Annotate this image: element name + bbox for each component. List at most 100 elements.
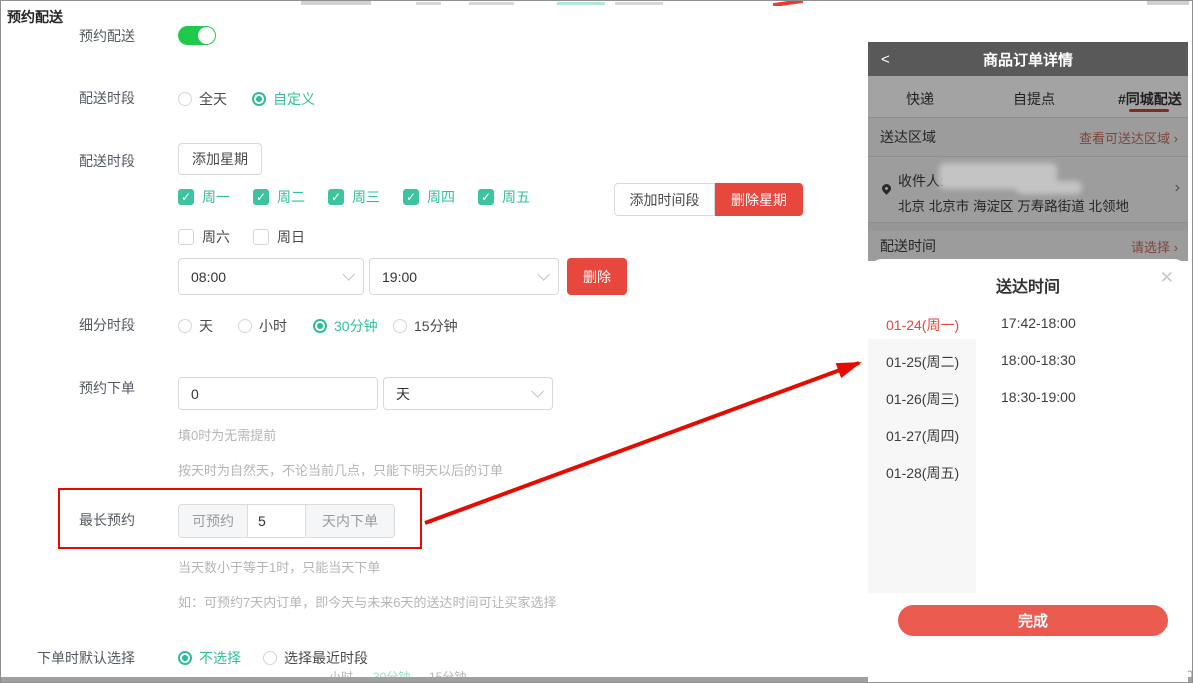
phone-header: < 商品订单详情 xyxy=(868,42,1188,76)
checkbox-label: 周五 xyxy=(502,187,530,207)
date-item[interactable]: 01-25(周二) xyxy=(886,352,959,372)
checkbox-icon xyxy=(253,229,269,245)
sliver-text: 小时 xyxy=(329,668,353,677)
checkbox-icon xyxy=(253,189,269,205)
chevron-down-icon xyxy=(537,268,550,281)
reservation-delivery-toggle[interactable] xyxy=(178,26,216,45)
chevron-down-icon xyxy=(531,385,544,398)
max-reservation-input-group: 可预约 5 天内下单 xyxy=(178,504,395,538)
checkbox-label: 周四 xyxy=(427,187,455,207)
tab-pickup[interactable]: 自提点 xyxy=(1013,89,1055,109)
toggle-row-label: 预约配送 xyxy=(21,26,135,46)
checkbox-sunday[interactable]: 周日 xyxy=(253,227,305,247)
date-item[interactable]: 01-27(周四) xyxy=(886,426,959,446)
radio-icon xyxy=(252,92,266,106)
max-days-input[interactable]: 5 xyxy=(248,504,305,538)
checkbox-label: 周六 xyxy=(202,227,230,247)
time-slot[interactable]: 17:42-18:00 xyxy=(1001,315,1076,331)
advance-unit-select[interactable]: 天 xyxy=(383,377,553,410)
time-slot[interactable]: 18:00-18:30 xyxy=(1001,352,1076,368)
sliver-text: 15分钟 xyxy=(429,668,466,677)
delete-slot-button[interactable]: 删除 xyxy=(567,258,627,295)
address-detail: 北京 北京市 海淀区 万寿路街道 北领地 xyxy=(898,195,1129,215)
popup-title: 送达时间 xyxy=(868,273,1188,297)
radio-day[interactable]: 天 xyxy=(178,316,213,336)
max-hint-1: 当天数小于等于1时，只能当天下单 xyxy=(178,557,380,576)
time-start-select[interactable]: 08:00 xyxy=(178,258,364,295)
radio-all-day[interactable]: 全天 xyxy=(178,89,227,109)
radio-no-select[interactable]: 不选择 xyxy=(178,648,241,668)
radio-hour[interactable]: 小时 xyxy=(238,316,287,336)
time-end-select[interactable]: 19:00 xyxy=(369,258,559,295)
checkbox-tuesday[interactable]: 周二 xyxy=(253,187,305,207)
period-row-label: 配送时段 xyxy=(21,88,135,108)
screenshot-root: 预约配送 预约配送 配送时段 全天 自定义 配送时段 添加星期 周一 周二 周三… xyxy=(0,0,1193,683)
sliver-text: 30分钟 xyxy=(373,668,410,677)
advance-days-input[interactable]: 0 xyxy=(178,377,378,410)
toggle-knob xyxy=(198,27,215,44)
default-row-label: 下单时默认选择 xyxy=(21,648,135,668)
max-hint-2: 如：可预约7天内订单，即今天与未来6天的送达时间可让买家选择 xyxy=(178,592,556,611)
select-value: 天 xyxy=(396,384,410,404)
select-value: 08:00 xyxy=(191,269,226,285)
tab-express[interactable]: 快递 xyxy=(906,89,934,109)
underlying-page-top-sliver xyxy=(1,1,1193,6)
add-week-button[interactable]: 添加星期 xyxy=(178,143,262,175)
advance-row-label: 预约下单 xyxy=(21,378,135,398)
delivery-tabs: 快递 自提点 #同城配送 xyxy=(868,76,1188,118)
max-suffix-label: 天内下单 xyxy=(305,504,395,538)
time-slot[interactable]: 18:30-19:00 xyxy=(1001,389,1076,405)
radio-nearest-slot[interactable]: 选择最近时段 xyxy=(263,648,368,668)
area-link[interactable]: 查看可送达区域 › xyxy=(1079,128,1178,147)
delivery-time-row[interactable]: 配送时间 请选择 › xyxy=(868,231,1188,261)
delivery-time-label: 配送时间 xyxy=(880,236,936,256)
phone-header-title: 商品订单详情 xyxy=(868,49,1188,70)
week-row-label: 配送时段 xyxy=(21,151,135,171)
done-button[interactable]: 完成 xyxy=(898,605,1168,636)
radio-label: 全天 xyxy=(199,89,227,109)
radio-label: 选择最近时段 xyxy=(284,648,368,668)
checkbox-saturday[interactable]: 周六 xyxy=(178,227,230,247)
delivery-area-row[interactable]: 送达区域 查看可送达区域 › xyxy=(868,118,1188,156)
max-prefix-label: 可预约 xyxy=(178,504,248,538)
delete-week-button[interactable]: 删除星期 xyxy=(715,183,803,216)
checkbox-monday[interactable]: 周一 xyxy=(178,187,230,207)
area-label: 送达区域 xyxy=(880,127,936,147)
date-item[interactable]: 01-26(周三) xyxy=(886,389,959,409)
checkbox-wednesday[interactable]: 周三 xyxy=(328,187,380,207)
radio-icon xyxy=(178,319,192,333)
close-icon[interactable]: ✕ xyxy=(1160,268,1174,288)
checkbox-icon xyxy=(178,189,194,205)
date-item-selected[interactable]: 01-24(周一) xyxy=(886,315,959,335)
checkbox-label: 周日 xyxy=(277,227,305,247)
radio-label: 自定义 xyxy=(273,89,315,109)
checkbox-icon xyxy=(403,189,419,205)
radio-15min[interactable]: 15分钟 xyxy=(393,316,458,336)
radio-label: 15分钟 xyxy=(414,316,458,336)
checkbox-thursday[interactable]: 周四 xyxy=(403,187,455,207)
redacted-name-blob-2 xyxy=(1016,181,1082,194)
add-time-slot-button[interactable]: 添加时间段 xyxy=(614,183,715,216)
checkbox-label: 周一 xyxy=(202,187,230,207)
date-item[interactable]: 01-28(周五) xyxy=(886,463,959,483)
radio-label: 30分钟 xyxy=(334,316,378,336)
radio-icon xyxy=(238,319,252,333)
radio-label: 小时 xyxy=(259,316,287,336)
checkbox-friday[interactable]: 周五 xyxy=(478,187,530,207)
max-row-label: 最长预约 xyxy=(21,510,135,530)
checkbox-label: 周三 xyxy=(352,187,380,207)
radio-custom[interactable]: 自定义 xyxy=(252,89,315,109)
radio-30min[interactable]: 30分钟 xyxy=(313,316,378,336)
chevron-down-icon xyxy=(342,268,355,281)
address-card[interactable]: 收件人: 北京 北京市 海淀区 万寿路街道 北领地 › xyxy=(868,156,1188,223)
checkbox-icon xyxy=(328,189,344,205)
input-value: 0 xyxy=(191,386,199,402)
checkbox-icon xyxy=(178,229,194,245)
checkbox-label: 周二 xyxy=(277,187,305,207)
active-tab-underline xyxy=(1129,109,1169,112)
delivery-time-link[interactable]: 请选择 › xyxy=(1131,237,1178,256)
tab-city-delivery[interactable]: #同城配送 xyxy=(1118,89,1182,109)
checkbox-icon xyxy=(478,189,494,205)
back-chevron-icon[interactable]: < xyxy=(881,51,890,68)
section-gap xyxy=(868,223,1188,231)
